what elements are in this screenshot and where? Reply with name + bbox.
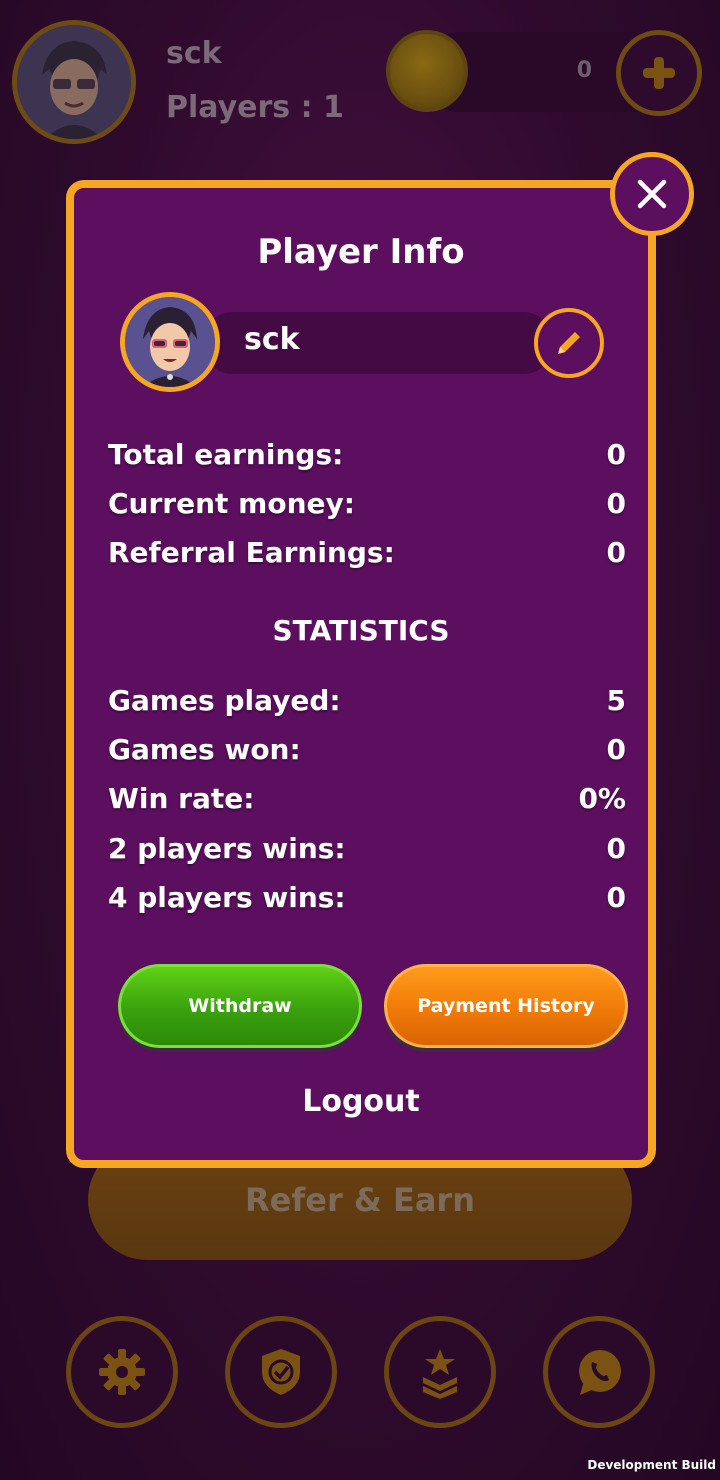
logout-button[interactable]: Logout	[74, 1084, 648, 1119]
modal-avatar	[120, 292, 220, 392]
close-icon	[637, 179, 667, 209]
total-earnings-value: 0	[606, 437, 626, 471]
referral-earnings-row: Referral Earnings: 0	[108, 532, 626, 572]
referral-earnings-value: 0	[606, 535, 626, 569]
plus-icon	[643, 57, 675, 89]
win-rate-value: 0%	[578, 781, 626, 815]
games-won-value: 0	[606, 732, 626, 766]
add-coins-button[interactable]	[616, 30, 702, 116]
total-earnings-row: Total earnings: 0	[108, 434, 626, 474]
modal-title: Player Info	[257, 232, 465, 272]
close-modal-button[interactable]	[610, 152, 694, 236]
development-build-label: Development Build	[587, 1458, 716, 1472]
referral-earnings-label: Referral Earnings:	[108, 535, 395, 569]
win-rate-label: Win rate:	[108, 781, 255, 815]
four-player-wins-row: 4 players wins: 0	[108, 877, 626, 917]
two-player-wins-value: 0	[606, 831, 626, 865]
settings-button[interactable]	[66, 1316, 178, 1428]
two-player-wins-label: 2 players wins:	[108, 831, 346, 865]
whatsapp-icon	[579, 1350, 621, 1395]
edit-name-button[interactable]	[534, 308, 604, 378]
avatar-icon	[17, 25, 131, 139]
current-money-value: 0	[606, 486, 626, 520]
win-rate-row: Win rate: 0%	[108, 778, 626, 818]
four-player-wins-value: 0	[606, 880, 626, 914]
rank-badge-icon	[423, 1349, 457, 1399]
shield-check-icon	[262, 1349, 300, 1395]
header-players-count: Players : 1	[166, 90, 344, 125]
current-money-row: Current money: 0	[108, 483, 626, 523]
withdraw-button[interactable]: Withdraw	[118, 964, 362, 1048]
four-player-wins-label: 4 players wins:	[108, 880, 346, 914]
statistics-heading: STATISTICS	[272, 614, 450, 647]
rank-button[interactable]	[384, 1316, 496, 1428]
pencil-icon	[558, 332, 580, 354]
games-played-label: Games played:	[108, 683, 341, 717]
privacy-button[interactable]	[225, 1316, 337, 1428]
games-won-row: Games won: 0	[108, 729, 626, 769]
current-money-label: Current money:	[108, 486, 355, 520]
games-played-row: Games played: 5	[108, 680, 626, 720]
profile-avatar[interactable]	[12, 20, 136, 144]
player-name: sck	[244, 322, 300, 357]
games-played-value: 5	[606, 683, 626, 717]
avatar-icon	[125, 297, 215, 387]
gear-icon	[99, 1349, 145, 1395]
coin-icon	[386, 30, 468, 112]
payment-history-button[interactable]: Payment History	[384, 964, 628, 1048]
header-player-name: sck	[166, 36, 222, 71]
coin-balance: 0	[576, 58, 592, 83]
whatsapp-button[interactable]	[543, 1316, 655, 1428]
total-earnings-label: Total earnings:	[108, 437, 344, 471]
games-won-label: Games won:	[108, 732, 301, 766]
two-player-wins-row: 2 players wins: 0	[108, 828, 626, 868]
player-info-modal: Player Info sck Total earnings: 0 Curren…	[66, 180, 656, 1168]
